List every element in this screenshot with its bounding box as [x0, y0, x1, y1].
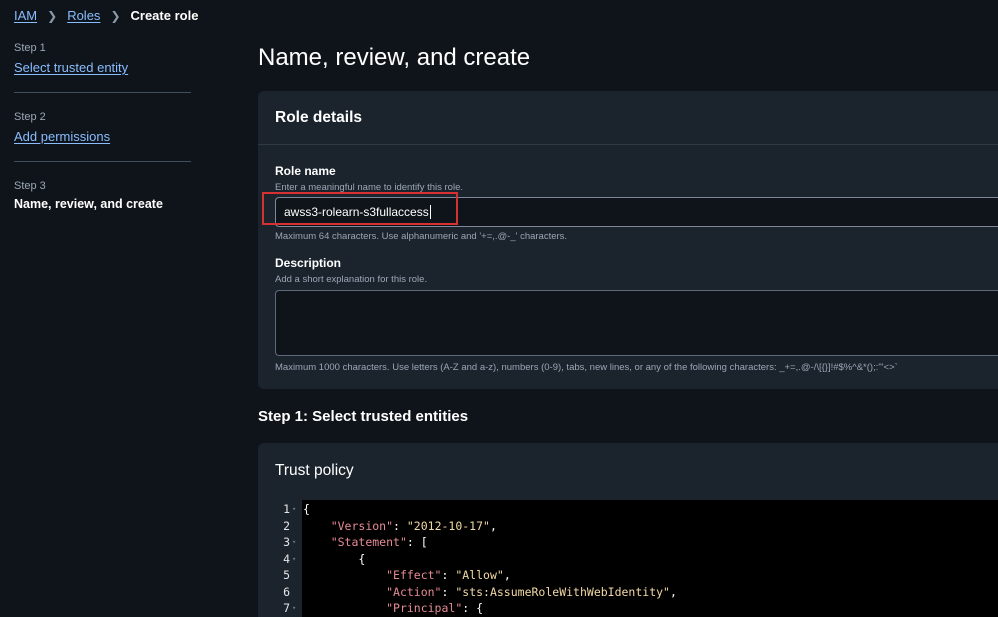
code-text: {: [303, 502, 310, 516]
wizard-step-2: Step 2 Add permissions: [14, 111, 191, 162]
code-text: "Principal": {: [386, 601, 484, 615]
code-text: "Effect": "Allow",: [386, 568, 511, 582]
line-number: 1: [283, 502, 290, 516]
role-details-header: Role details: [258, 91, 998, 145]
annotation-highlight-box: [262, 192, 458, 225]
trust-policy-code-editor[interactable]: 1 ▾{2 "Version": "2012-10-17", 3 ▾ "Stateme…: [275, 500, 998, 617]
line-number: 7: [283, 601, 290, 615]
breadcrumb-roles-link[interactable]: Roles: [67, 8, 100, 23]
breadcrumb-current: Create role: [130, 8, 199, 23]
fold-arrow-icon[interactable]: ▾: [292, 534, 296, 551]
line-number: 6: [283, 584, 290, 599]
description-label: Description: [275, 256, 342, 270]
code-text: "Version": "2012-10-17",: [330, 518, 497, 533]
line-number: 2: [283, 518, 290, 533]
role-name-constraint: Maximum 64 characters. Use alphanumeric …: [275, 231, 568, 242]
trust-policy-header: Trust policy: [275, 462, 354, 479]
fold-arrow-icon[interactable]: ▾: [292, 501, 296, 518]
step-add-permissions-link[interactable]: Add permissions: [14, 129, 110, 144]
step-number: Step 1: [14, 42, 46, 54]
description-hint: Add a short explanation for this role.: [275, 274, 428, 285]
wizard-step-3: Step 3 Name, review, and create: [14, 180, 191, 226]
code-text: "Statement": [: [330, 535, 428, 549]
chevron-right-icon: ❯: [110, 8, 121, 23]
page-title: Name, review, and create: [258, 44, 531, 71]
step-number: Step 2: [14, 111, 46, 123]
line-number: 4: [283, 551, 290, 566]
trust-policy-panel: Trust policy 1 ▾{2 "Version": "2012-10-17…: [258, 443, 998, 617]
wizard-steps: Step 1 Select trusted entity Step 2 Add …: [14, 42, 191, 244]
fold-arrow-icon[interactable]: ▾: [292, 600, 296, 617]
wizard-step-1: Step 1 Select trusted entity: [14, 42, 191, 93]
breadcrumb-iam-link[interactable]: IAM: [14, 8, 37, 23]
description-textarea[interactable]: [275, 290, 998, 356]
step-select-trusted-entity-link[interactable]: Select trusted entity: [14, 60, 128, 75]
line-number: 3: [283, 535, 290, 549]
description-constraint: Maximum 1000 characters. Use letters (A-…: [275, 362, 898, 373]
role-name-label: Role name: [275, 164, 336, 178]
step-current-label: Name, review, and create: [14, 197, 163, 211]
role-details-panel: Role details Role name Enter a meaningfu…: [258, 91, 998, 389]
line-number: 5: [283, 568, 290, 582]
breadcrumb: IAM ❯ Roles ❯ Create role: [14, 8, 198, 23]
step-number: Step 3: [14, 180, 46, 192]
code-text: "Action": "sts:AssumeRoleWithWebIdentity…: [386, 584, 677, 599]
section-title-trusted-entities: Step 1: Select trusted entities: [258, 408, 469, 425]
fold-arrow-icon[interactable]: ▾: [292, 551, 296, 568]
code-text: {: [358, 551, 366, 566]
chevron-right-icon: ❯: [47, 8, 58, 23]
